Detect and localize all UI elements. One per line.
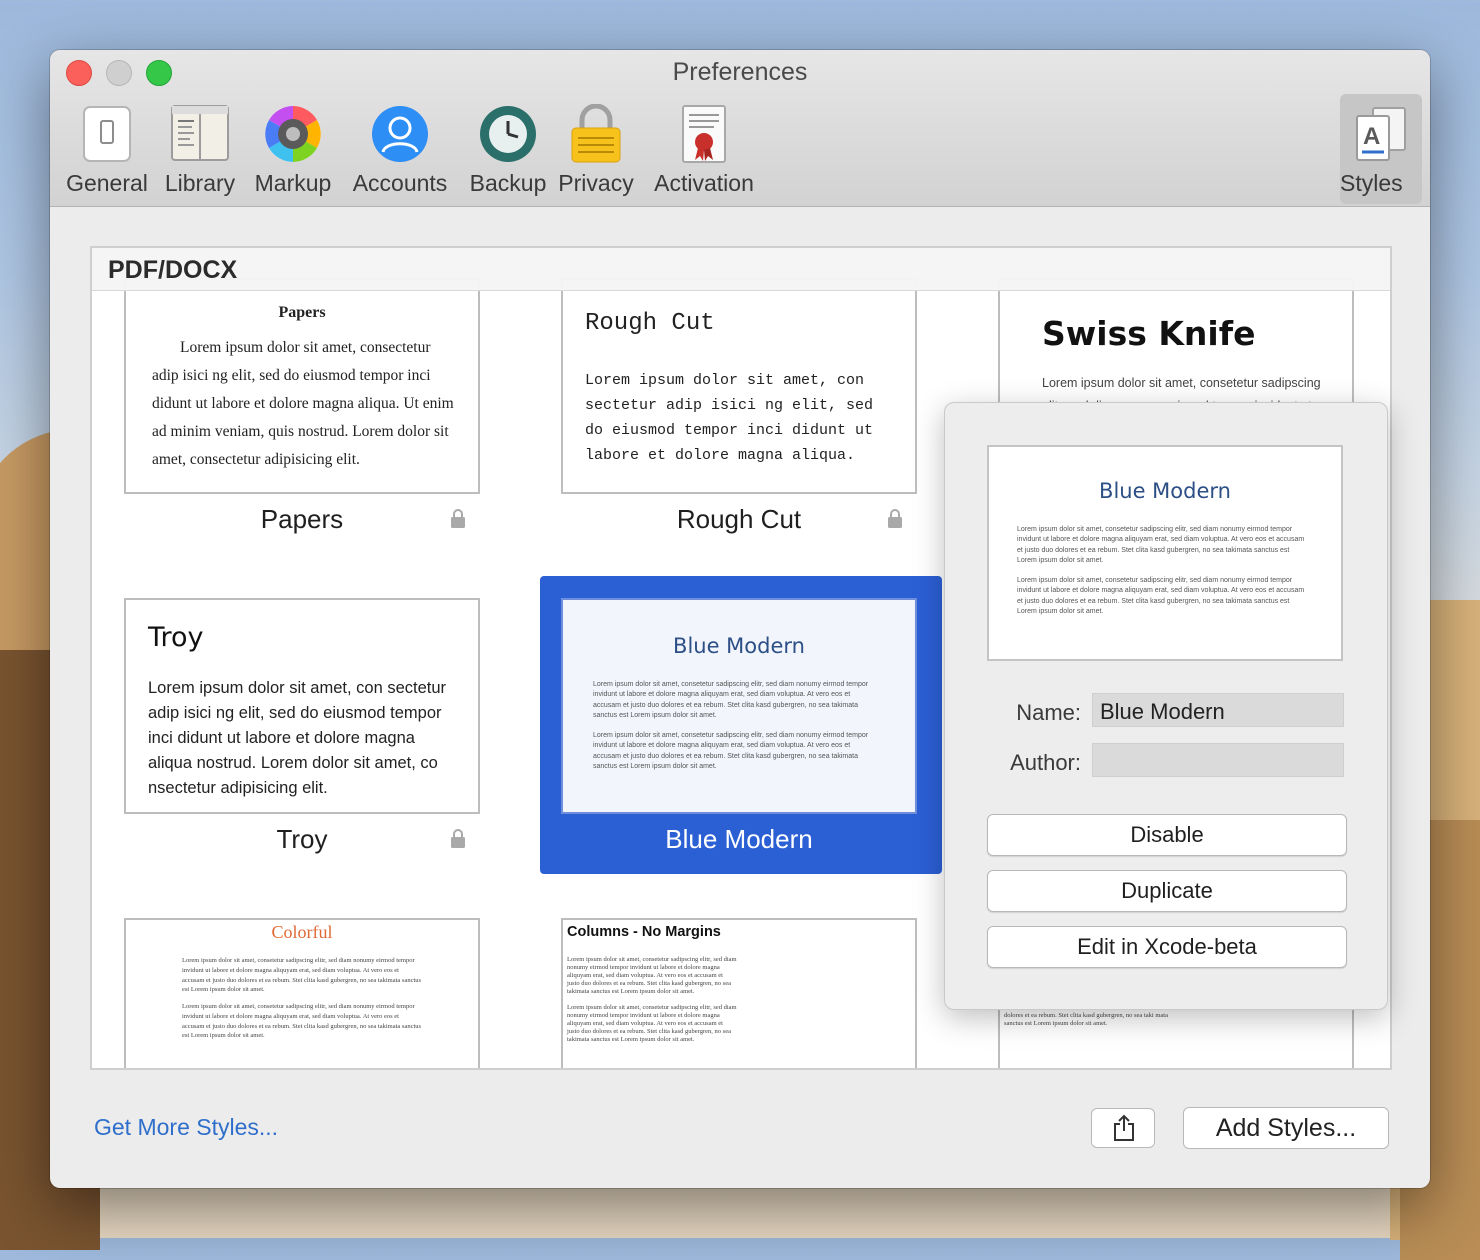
preview-title: Blue Modern	[673, 634, 805, 658]
preview-title: Troy	[148, 622, 204, 653]
window-title: Preferences	[672, 58, 808, 86]
toolbar-item-activation[interactable]: Activation	[648, 100, 760, 200]
svg-text:A: A	[1363, 123, 1380, 150]
style-card-blue-modern[interactable]: Blue Modern Lorem ipsum dolor sit amet, …	[561, 598, 917, 814]
style-name-papers: Papers	[260, 504, 344, 534]
preview-body: Lorem ipsum dolor sit amet, con sectetur…	[585, 372, 874, 464]
preview-title: Columns - No Margins	[567, 924, 721, 940]
style-card-colorful[interactable]: Colorful Lorem ipsum dolor sit amet, con…	[124, 918, 480, 1068]
preview-paragraph-1: Lorem ipsum dolor sit amet, consetetur s…	[593, 681, 869, 720]
toolbar-label-library: Library	[164, 170, 236, 196]
name-label: Name:	[1016, 700, 1081, 725]
disable-button[interactable]: Disable	[987, 814, 1347, 856]
library-icon	[171, 105, 229, 161]
author-field[interactable]	[1092, 743, 1344, 777]
popover-preview-title: Blue Modern	[1099, 479, 1231, 503]
popover-preview-paragraph-2: Lorem ipsum dolor sit amet, consetetur s…	[1017, 577, 1305, 616]
add-styles-button[interactable]: Add Styles...	[1183, 1107, 1389, 1149]
style-card-troy[interactable]: Troy Lorem ipsum dolor sit amet, con sec…	[124, 598, 480, 814]
general-icon	[83, 106, 131, 162]
preview-paragraph-2: Lorem ipsum dolor sit amet, consetetur s…	[567, 1004, 737, 1043]
preview-body: dolores et ea rebum. Stet clita kasd gub…	[1004, 1012, 1168, 1027]
preferences-window: Preferences General Library Markup Accou…	[50, 50, 1430, 1188]
preview-paragraph-2: Lorem ipsum dolor sit amet, consetetur s…	[593, 732, 869, 771]
window-toolbar: Preferences General Library Markup Accou…	[50, 50, 1430, 207]
get-more-styles-link[interactable]: Get More Styles...	[94, 1114, 278, 1141]
accounts-icon	[372, 106, 428, 162]
share-icon	[1114, 1114, 1134, 1141]
toolbar-label-backup: Backup	[469, 170, 547, 196]
privacy-lock-icon	[571, 104, 621, 163]
toolbar-item-general[interactable]: General	[64, 100, 150, 200]
style-card-papers[interactable]: Papers Lorem ipsum dolor sit amet, conse…	[124, 278, 480, 494]
toolbar-label-styles: Styles	[1340, 170, 1403, 196]
preview-paragraph-2: Lorem ipsum dolor sit amet, consetetur s…	[182, 1003, 422, 1040]
author-label: Author:	[1010, 750, 1081, 775]
name-field[interactable]: Blue Modern	[1092, 693, 1344, 727]
preview-title: Rough Cut	[585, 310, 715, 337]
lock-icon	[451, 509, 465, 528]
preview-body: Lorem ipsum dolor sit amet, consectetur …	[152, 339, 454, 468]
style-name-blue-modern: Blue Modern	[665, 824, 813, 854]
lock-icon	[451, 829, 465, 848]
style-info-popover: Blue Modern Lorem ipsum dolor sit amet, …	[944, 402, 1388, 1010]
toolbar-label-general: General	[66, 170, 148, 196]
toolbar-item-privacy[interactable]: Privacy	[554, 100, 638, 200]
section-header: PDF/DOCX	[92, 248, 1390, 291]
toolbar-item-styles[interactable]: A Styles	[1340, 94, 1422, 204]
preview-body: Lorem ipsum dolor sit amet, con sectetur…	[148, 679, 447, 797]
style-card-rough-cut[interactable]: Rough Cut Lorem ipsum dolor sit amet, co…	[561, 278, 917, 494]
popover-style-preview: Blue Modern Lorem ipsum dolor sit amet, …	[987, 445, 1343, 661]
style-card-columns-no-margins[interactable]: Columns - No Margins Lorem ipsum dolor s…	[561, 918, 917, 1068]
lock-icon	[888, 509, 902, 528]
share-button[interactable]	[1091, 1108, 1155, 1148]
preview-paragraph-1: Lorem ipsum dolor sit amet, consetetur s…	[182, 957, 422, 994]
style-name-rough-cut: Rough Cut	[676, 504, 802, 534]
toolbar-label-activation: Activation	[654, 170, 754, 196]
preview-title: Swiss Knife	[1042, 314, 1256, 353]
markup-icon	[265, 106, 321, 162]
toolbar-item-backup[interactable]: Backup	[460, 100, 556, 200]
toolbar-label-accounts: Accounts	[352, 170, 448, 196]
toolbar-item-library[interactable]: Library	[156, 100, 244, 200]
toolbar-item-markup[interactable]: Markup	[250, 100, 336, 200]
toolbar-label-privacy: Privacy	[558, 170, 634, 196]
popover-preview-paragraph-1: Lorem ipsum dolor sit amet, consetetur s…	[1017, 526, 1305, 565]
style-name-troy: Troy	[276, 824, 328, 854]
preview-title: Colorful	[271, 922, 333, 942]
activation-certificate-icon	[682, 105, 726, 163]
section-title: PDF/DOCX	[108, 256, 238, 284]
backup-icon	[480, 106, 536, 162]
preview-paragraph-1: Lorem ipsum dolor sit amet, consetetur s…	[567, 956, 737, 995]
toolbar-label-markup: Markup	[254, 170, 332, 196]
preview-title: Papers	[278, 304, 326, 321]
styles-icon: A	[1356, 107, 1406, 161]
duplicate-button[interactable]: Duplicate	[987, 870, 1347, 912]
toolbar-item-accounts[interactable]: Accounts	[348, 100, 452, 200]
edit-in-xcode-button[interactable]: Edit in Xcode-beta	[987, 926, 1347, 968]
